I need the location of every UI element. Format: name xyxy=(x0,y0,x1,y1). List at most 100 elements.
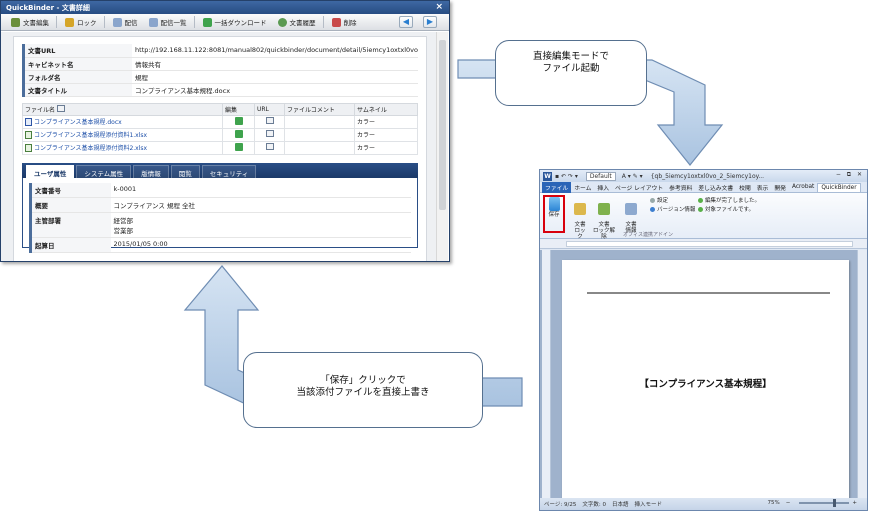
detail-pane: 文書URL http://192.168.11.122:8081/manual80… xyxy=(13,36,427,261)
edit-download-icon[interactable] xyxy=(234,142,243,151)
gear-icon xyxy=(650,198,655,203)
url-icon[interactable] xyxy=(265,117,274,124)
next-arrow-icon[interactable]: ▶ xyxy=(423,16,437,28)
callout-launch-edit-mode: 直接編集モードで ファイル起動 xyxy=(495,40,647,106)
word-logo-icon: W xyxy=(543,171,552,181)
table-row: 文書番号 k-0001 xyxy=(29,182,411,198)
document-page[interactable]: 【コンプライアンス基本規程】 xyxy=(562,260,849,500)
tab-review[interactable]: 校閲 xyxy=(736,182,754,193)
callout-save-overwrite: 「保存」クリックで 当該添付ファイルを直接上書き xyxy=(243,352,483,428)
quickbinder-ribbon: 保存 文書 ロック 文書 ロック解除 文書 情報 設定 バージョン情報 編集が完… xyxy=(540,193,867,240)
edit-download-icon[interactable] xyxy=(234,129,243,138)
table-row: 主管部署 経営部 営業部 xyxy=(29,212,411,238)
file-list-icon[interactable] xyxy=(56,104,65,112)
header-rule xyxy=(587,292,830,294)
delete-icon xyxy=(331,17,341,27)
url-icon[interactable] xyxy=(265,143,274,150)
zoom-slider[interactable] xyxy=(799,499,850,507)
tab-page-layout[interactable]: ページ レイアウト xyxy=(612,182,666,193)
bulk-download-button[interactable]: 一括ダウンロード xyxy=(199,15,271,29)
word-window: W ▪ ↶ ↷ ▾ Default A ▾ ✎ ▾ {qb_5iemcy1oxt… xyxy=(539,169,868,511)
tab-file[interactable]: ファイル xyxy=(542,181,572,193)
check-icon xyxy=(698,207,703,212)
distribution-list-button[interactable]: 配信一覧 xyxy=(145,15,191,29)
url-icon[interactable] xyxy=(265,130,274,137)
distribute-button[interactable]: 配信 xyxy=(109,15,142,29)
tab-acrobat[interactable]: Acrobat xyxy=(789,183,817,191)
save-highlight-box xyxy=(543,195,565,233)
table-row: 文書タイトル コンプライアンス基本規程.docx xyxy=(22,83,418,97)
tab-system-attributes[interactable]: システム属性 xyxy=(76,164,132,178)
tab-developer[interactable]: 開発 xyxy=(771,182,789,193)
excel-file-icon xyxy=(25,131,32,140)
document-info-button[interactable]: 文書 情報 xyxy=(622,197,640,234)
status-bar: ページ: 9/25 文字数: 0 日本語 挿入モード 75% − + xyxy=(540,498,867,510)
close-icon[interactable]: × xyxy=(435,2,443,12)
file-row: コンプライアンス基本規程添付資料1.xlsx カラー xyxy=(22,127,418,142)
tab-version-info[interactable]: 版情報 xyxy=(133,164,169,178)
table-row: 文書URL http://192.168.11.122:8081/manual80… xyxy=(22,44,418,58)
table-row: フォルダ名 規程 xyxy=(22,70,418,84)
word-vertical-scrollbar[interactable] xyxy=(857,250,867,500)
quick-access-icons[interactable]: ▪ ↶ ↷ ▾ xyxy=(555,173,578,180)
prev-arrow-icon[interactable]: ◀ xyxy=(399,16,413,28)
tab-security[interactable]: セキュリティ xyxy=(201,164,257,178)
detail-content: 文書URL http://192.168.11.122:8081/manual80… xyxy=(1,32,437,261)
horizontal-ruler xyxy=(540,239,867,249)
word-file-icon xyxy=(25,118,32,127)
user-attributes-panel: 文書番号 k-0001 概要 コンプライアンス 規程 全社 主管部署 経営部 営業部 … xyxy=(22,177,418,253)
tab-home[interactable]: ホーム xyxy=(571,182,594,193)
unlock-icon xyxy=(598,203,610,215)
attribute-tabs: ユーザ属性 システム属性 版情報 閲覧 セキュリティ xyxy=(22,162,418,178)
tab-user-attributes[interactable]: ユーザ属性 xyxy=(26,164,75,178)
font-style-select[interactable]: Default xyxy=(585,171,616,181)
scrollbar-thumb[interactable] xyxy=(439,40,446,210)
send-icon xyxy=(112,17,122,27)
window-controls[interactable]: − ⧉ ✕ xyxy=(836,171,864,179)
settings-button[interactable]: 設定 xyxy=(650,196,668,204)
status-editable: 対象ファイルです。 xyxy=(698,205,754,213)
document-meta-table: 文書URL http://192.168.11.122:8081/manual80… xyxy=(22,44,418,97)
tab-quickbinder[interactable]: QuickBinder xyxy=(817,182,861,192)
info-icon xyxy=(650,207,655,212)
vertical-ruler xyxy=(542,250,551,500)
tab-views[interactable]: 閲覧 xyxy=(170,164,200,178)
quickbinder-window: QuickBinder - 文書詳細 × 文書編集 ロック 配信 配信一覧 一括… xyxy=(0,0,450,262)
download-icon xyxy=(202,17,212,27)
tab-references[interactable]: 参考資料 xyxy=(666,182,695,193)
toolbar: 文書編集 ロック 配信 配信一覧 一括ダウンロード 文書履歴 削除 ◀ ▶ xyxy=(1,14,449,31)
edit-download-icon[interactable] xyxy=(234,116,243,125)
table-row: 概要 コンプライアンス 規程 全社 xyxy=(29,197,411,213)
status-edit-done: 編集が完了しました。 xyxy=(698,196,760,204)
document-heading[interactable]: 【コンプライアンス基本規程】 xyxy=(562,376,849,390)
list-icon xyxy=(148,17,158,27)
history-icon xyxy=(277,17,287,27)
lock-button[interactable]: ロック xyxy=(61,15,101,29)
document-info-icon xyxy=(625,203,637,215)
lock-icon xyxy=(574,203,586,215)
check-icon xyxy=(698,198,703,203)
document-history-button[interactable]: 文書履歴 xyxy=(274,15,320,29)
pencil-icon xyxy=(11,17,20,27)
ribbon-group-label: オフィス連携アドイン xyxy=(623,232,673,238)
window-titlebar: QuickBinder - 文書詳細 × xyxy=(1,1,449,14)
file-table: ファイル名 編集 URL ファイルコメント サムネイル コンプライアンス基本規程… xyxy=(22,102,418,155)
vertical-scrollbar[interactable] xyxy=(436,32,448,261)
table-row: 起算日 2015/01/05 0:00 xyxy=(29,237,411,253)
word-window-title: {qb_5iemcy1oxtxl0vo_2_5iemcy1oy... xyxy=(650,172,765,180)
zoom-control[interactable]: 75% − + xyxy=(768,499,863,507)
lock-document-button[interactable]: 文書 ロック xyxy=(572,197,588,240)
delete-button[interactable]: 削除 xyxy=(328,15,361,29)
file-table-header: ファイル名 編集 URL ファイルコメント サムネイル xyxy=(22,102,418,116)
document-area: 【コンプライアンス基本規程】 xyxy=(540,250,867,500)
file-row: コンプライアンス基本規程.docx カラー xyxy=(22,114,418,129)
table-row: キャビネット名 情報共有 xyxy=(22,57,418,71)
version-info-button[interactable]: バージョン情報 xyxy=(650,205,695,213)
ribbon-tabs: ファイル ホーム 挿入 ページ レイアウト 参考資料 差し込み文書 校閲 表示 … xyxy=(540,181,867,193)
tab-mailings[interactable]: 差し込み文書 xyxy=(695,182,736,193)
tab-insert[interactable]: 挿入 xyxy=(594,182,612,193)
edit-document-button[interactable]: 文書編集 xyxy=(7,15,53,29)
tab-view[interactable]: 表示 xyxy=(754,182,772,193)
lock-icon xyxy=(65,17,74,27)
excel-file-icon xyxy=(25,144,32,153)
